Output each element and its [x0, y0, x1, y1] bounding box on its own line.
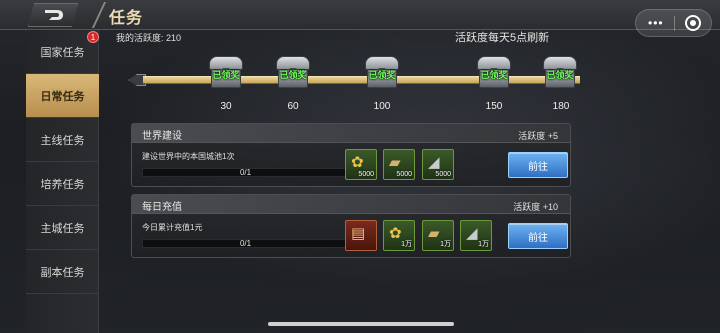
reward-chest-30[interactable]: 已领奖 — [209, 56, 243, 96]
task-progress-bar: 0/1 — [142, 168, 349, 177]
task-activity-reward: 活跃度 +5 — [518, 131, 558, 141]
iron-icon: ◢ — [466, 225, 478, 242]
reward-amount: 5000 — [358, 171, 374, 178]
refresh-note: 活跃度每天5点刷新 — [455, 32, 550, 44]
task-activity-reward: 活跃度 +10 — [513, 202, 558, 212]
reward-item[interactable]: ▰ 5000 — [383, 149, 415, 180]
reward-amount: 1万 — [440, 241, 451, 248]
milestone-value: 150 — [485, 101, 503, 112]
sidebar-item-label: 国家任务 — [40, 46, 85, 59]
sidebar-item-dungeon[interactable]: 副本任务 — [26, 250, 99, 294]
claimed-label: 已领奖 — [480, 70, 508, 80]
back-button[interactable] — [28, 3, 78, 27]
close-record-icon[interactable] — [685, 15, 701, 31]
task-header: 世界建设 活跃度 +5 — [132, 124, 570, 143]
wood-icon: ▰ — [389, 154, 401, 171]
milestone-value: 100 — [373, 101, 391, 112]
go-button[interactable]: 前往 — [508, 223, 568, 249]
task-description: 今日累计充值1元 — [142, 223, 203, 232]
capsule-divider — [674, 16, 675, 31]
sidebar-item-label: 主城任务 — [40, 222, 85, 235]
sidebar-item-daily[interactable]: 日常任务 — [26, 74, 99, 118]
title-divider — [79, 2, 107, 28]
sidebar-item-label: 培养任务 — [40, 178, 85, 191]
claimed-label: 已领奖 — [279, 70, 307, 80]
reward-item[interactable]: ◢ 5000 — [422, 149, 454, 180]
task-progress-bar: 0/1 — [142, 239, 349, 248]
reward-item[interactable]: ✿ 1万 — [383, 220, 415, 251]
claimed-label: 已领奖 — [368, 70, 396, 80]
task-description: 建设世界中的本国城池1次 — [142, 152, 235, 161]
sidebar-item-label: 主线任务 — [40, 134, 85, 147]
reward-item[interactable]: ◢ 1万 — [460, 220, 492, 251]
reward-chest-180[interactable]: 已领奖 — [543, 56, 577, 96]
wood-icon: ▰ — [428, 225, 440, 242]
task-name: 每日充值 — [142, 202, 182, 213]
claimed-label: 已领奖 — [212, 70, 240, 80]
milestone-value: 60 — [287, 101, 299, 112]
reward-amount: 5000 — [396, 171, 412, 178]
sidebar-item-main[interactable]: 主线任务 — [26, 118, 99, 162]
more-icon[interactable]: ••• — [648, 17, 664, 29]
grain-icon: ✿ — [389, 225, 402, 242]
notification-badge: 1 — [87, 31, 99, 43]
reward-amount: 1万 — [478, 241, 489, 248]
reward-item[interactable]: ▰ 1万 — [422, 220, 454, 251]
task-name: 世界建设 — [142, 131, 182, 142]
my-activity-label: 我的活跃度: 210 — [116, 33, 182, 43]
task-category-sidebar: 国家任务 日常任务 主线任务 培养任务 主城任务 副本任务 — [26, 30, 99, 333]
reward-item[interactable]: ✿ 5000 — [345, 149, 377, 180]
grain-icon: ✿ — [351, 154, 364, 171]
claimed-label: 已领奖 — [546, 70, 574, 80]
sidebar-item-label: 日常任务 — [40, 90, 85, 103]
reward-item[interactable]: ▤ — [345, 220, 377, 251]
page-title: 任务 — [109, 10, 144, 27]
token-card-icon: ▤ — [351, 225, 366, 242]
task-progress-text: 0/1 — [239, 168, 252, 177]
task-progress-text: 0/1 — [239, 239, 252, 248]
task-card-world-build: 世界建设 活跃度 +5 建设世界中的本国城池1次 0/1 ✿ 5000 ▰ 50… — [131, 123, 571, 187]
reward-amount: 5000 — [435, 171, 451, 178]
reward-chest-60[interactable]: 已领奖 — [276, 56, 310, 96]
top-bar: 任务 — [0, 0, 720, 30]
sidebar-item-city[interactable]: 主城任务 — [26, 206, 99, 250]
back-arrow-icon — [45, 10, 63, 20]
task-card-daily-recharge: 每日充值 活跃度 +10 今日累计充值1元 0/1 ▤ ✿ 1万 ▰ 1万 ◢ … — [131, 194, 571, 258]
iron-icon: ◢ — [428, 154, 440, 171]
task-header: 每日充值 活跃度 +10 — [132, 195, 570, 214]
go-button[interactable]: 前往 — [508, 152, 568, 178]
reward-amount: 1万 — [401, 241, 412, 248]
milestone-value: 180 — [552, 101, 570, 112]
milestone-value: 30 — [220, 101, 232, 112]
sidebar-item-training[interactable]: 培养任务 — [26, 162, 99, 206]
home-indicator[interactable] — [268, 322, 454, 326]
miniprogram-capsule: ••• — [635, 9, 712, 37]
reward-chest-100[interactable]: 已领奖 — [365, 56, 399, 96]
reward-chest-150[interactable]: 已领奖 — [477, 56, 511, 96]
sidebar-item-label: 副本任务 — [40, 266, 85, 279]
